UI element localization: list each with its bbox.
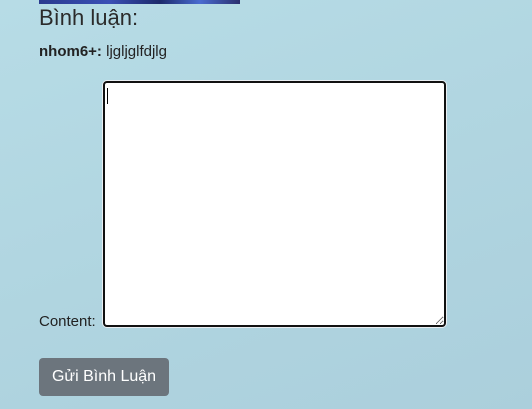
comment-author: nhom6+: [39, 43, 102, 60]
text-caret [107, 88, 108, 104]
comment-item: nhom6+: ljgljglfdjlg [39, 43, 167, 61]
content-label: Content: [39, 313, 96, 330]
submit-comment-button[interactable]: Gửi Bình Luận [39, 358, 169, 396]
content-textarea[interactable] [103, 81, 446, 327]
comment-text: ljgljglfdjlg [106, 43, 167, 60]
comments-heading: Bình luận: [39, 5, 139, 30]
post-image-cropped [39, 0, 240, 4]
